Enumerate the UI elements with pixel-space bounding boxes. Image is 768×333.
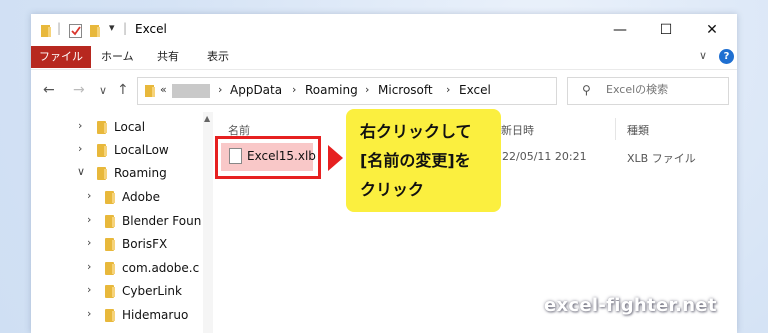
maximize-button[interactable]: ☐ xyxy=(643,14,689,46)
site-watermark: excel-fighter.net xyxy=(544,295,717,316)
breadcrumb-microsoft[interactable]: Microsoft xyxy=(378,83,433,97)
search-icon: ⚲ xyxy=(582,83,591,97)
nav-item-label: com.adobe.c xyxy=(122,261,200,275)
tab-view[interactable]: 表示 xyxy=(207,46,229,68)
nav-item-label: CyberLink xyxy=(122,284,182,298)
tab-home[interactable]: ホーム xyxy=(101,46,134,68)
properties-icon[interactable] xyxy=(69,23,82,42)
nav-item-label: Blender Foun xyxy=(122,214,201,228)
navigation-pane: › Local › LocalLow ∨ Roaming › Adobe › B… xyxy=(31,112,204,333)
callout-line-2: [名前の変更]を xyxy=(360,151,471,170)
breadcrumb-separator[interactable]: › xyxy=(218,83,222,96)
folder-icon xyxy=(97,144,107,157)
chevron-right-icon[interactable]: › xyxy=(87,283,91,296)
up-button[interactable]: ↑ xyxy=(117,82,129,98)
address-row: ← → ∨ ↑ « › AppData › Roaming › Microsof… xyxy=(31,69,737,113)
tab-file[interactable]: ファイル xyxy=(31,46,91,68)
forward-button[interactable]: → xyxy=(73,82,85,98)
nav-item-label: BorisFX xyxy=(122,237,168,251)
nav-item-local[interactable]: › Local xyxy=(31,117,201,139)
file-modified-date: 22/05/11 20:21 xyxy=(502,150,587,163)
separator-icon: | xyxy=(123,21,128,35)
back-button[interactable]: ← xyxy=(43,82,55,98)
nav-item-adobe[interactable]: › Adobe xyxy=(31,187,201,209)
nav-item-locallow[interactable]: › LocalLow xyxy=(31,140,201,162)
search-input[interactable] xyxy=(606,83,718,96)
search-box[interactable]: ⚲ xyxy=(567,77,729,105)
redacted-username xyxy=(172,84,210,98)
column-divider[interactable] xyxy=(615,118,616,140)
folder-icon xyxy=(105,309,115,322)
chevron-right-icon[interactable]: › xyxy=(87,189,91,202)
breadcrumb-separator[interactable]: › xyxy=(446,83,450,96)
file-type: XLB ファイル xyxy=(627,152,696,165)
breadcrumb-excel[interactable]: Excel xyxy=(459,83,491,97)
window-title: Excel xyxy=(135,22,167,36)
folder-icon xyxy=(97,167,107,180)
nav-item-label: LocalLow xyxy=(114,143,169,157)
recent-locations-icon[interactable]: ∨ xyxy=(99,84,107,97)
minimize-button[interactable]: — xyxy=(597,14,643,46)
folder-icon xyxy=(97,121,107,134)
chevron-right-icon[interactable]: › xyxy=(87,260,91,273)
nav-item-blender[interactable]: › Blender Foun xyxy=(31,211,201,233)
callout-line-1: 右クリックして xyxy=(360,122,472,141)
nav-pane-scrollbar[interactable]: ▲ xyxy=(203,112,213,333)
breadcrumb-separator[interactable]: › xyxy=(292,83,296,96)
nav-item-label: Adobe xyxy=(122,190,160,204)
path-prefix[interactable]: « xyxy=(160,83,167,96)
breadcrumb-separator[interactable]: › xyxy=(365,83,369,96)
callout-arrow xyxy=(328,145,343,171)
folder-icon xyxy=(105,215,115,228)
highlight-box xyxy=(215,136,321,179)
help-icon[interactable]: ? xyxy=(719,49,734,64)
chevron-right-icon[interactable]: › xyxy=(78,119,82,132)
folder-icon xyxy=(105,238,115,251)
folder-icon xyxy=(105,191,115,204)
chevron-right-icon[interactable]: › xyxy=(78,142,82,155)
column-header-date[interactable]: 新日時 xyxy=(501,122,534,138)
explorer-window: | ▾ | Excel — ☐ ✕ ファイル ホーム 共有 表示 ∨ ? ← →… xyxy=(31,14,737,333)
folder-icon xyxy=(105,285,115,298)
new-folder-icon[interactable] xyxy=(89,23,101,42)
quick-access-dropdown-icon[interactable]: ▾ xyxy=(109,21,115,34)
folder-icon xyxy=(144,83,156,102)
chevron-right-icon[interactable]: › xyxy=(87,236,91,249)
chevron-right-icon[interactable]: › xyxy=(87,213,91,226)
folder-icon xyxy=(40,23,52,42)
ribbon-tabs: ファイル ホーム 共有 表示 ∨ xyxy=(31,46,737,68)
chevron-right-icon[interactable]: › xyxy=(87,307,91,320)
nav-item-hidemaruo[interactable]: › Hidemaruo xyxy=(31,305,201,327)
instruction-callout: 右クリックして [名前の変更]を クリック xyxy=(346,109,501,212)
close-button[interactable]: ✕ xyxy=(689,14,735,46)
address-bar[interactable]: « › AppData › Roaming › Microsoft › Exce… xyxy=(137,77,655,105)
nav-item-label: Hidemaruo xyxy=(122,308,189,322)
nav-item-cyberlink[interactable]: › CyberLink xyxy=(31,281,201,303)
breadcrumb-roaming[interactable]: Roaming xyxy=(305,83,358,97)
ribbon-expand-icon[interactable]: ∨ xyxy=(699,49,707,62)
column-header-type[interactable]: 種類 xyxy=(627,122,649,138)
nav-item-label: Local xyxy=(114,120,146,134)
separator-icon: | xyxy=(57,21,62,35)
folder-icon xyxy=(105,262,115,275)
nav-item-label: Roaming xyxy=(114,166,167,180)
nav-item-borisfx[interactable]: › BorisFX xyxy=(31,234,201,256)
tab-share[interactable]: 共有 xyxy=(157,46,179,68)
callout-line-3: クリック xyxy=(360,180,425,199)
nav-item-com-adobe[interactable]: › com.adobe.c xyxy=(31,258,201,280)
chevron-down-icon[interactable]: ∨ xyxy=(77,165,85,178)
nav-item-roaming[interactable]: ∨ Roaming xyxy=(31,163,201,185)
title-bar: | ▾ | Excel — ☐ ✕ xyxy=(31,14,737,46)
scroll-up-icon[interactable]: ▲ xyxy=(204,114,210,123)
breadcrumb-appdata[interactable]: AppData xyxy=(230,83,282,97)
